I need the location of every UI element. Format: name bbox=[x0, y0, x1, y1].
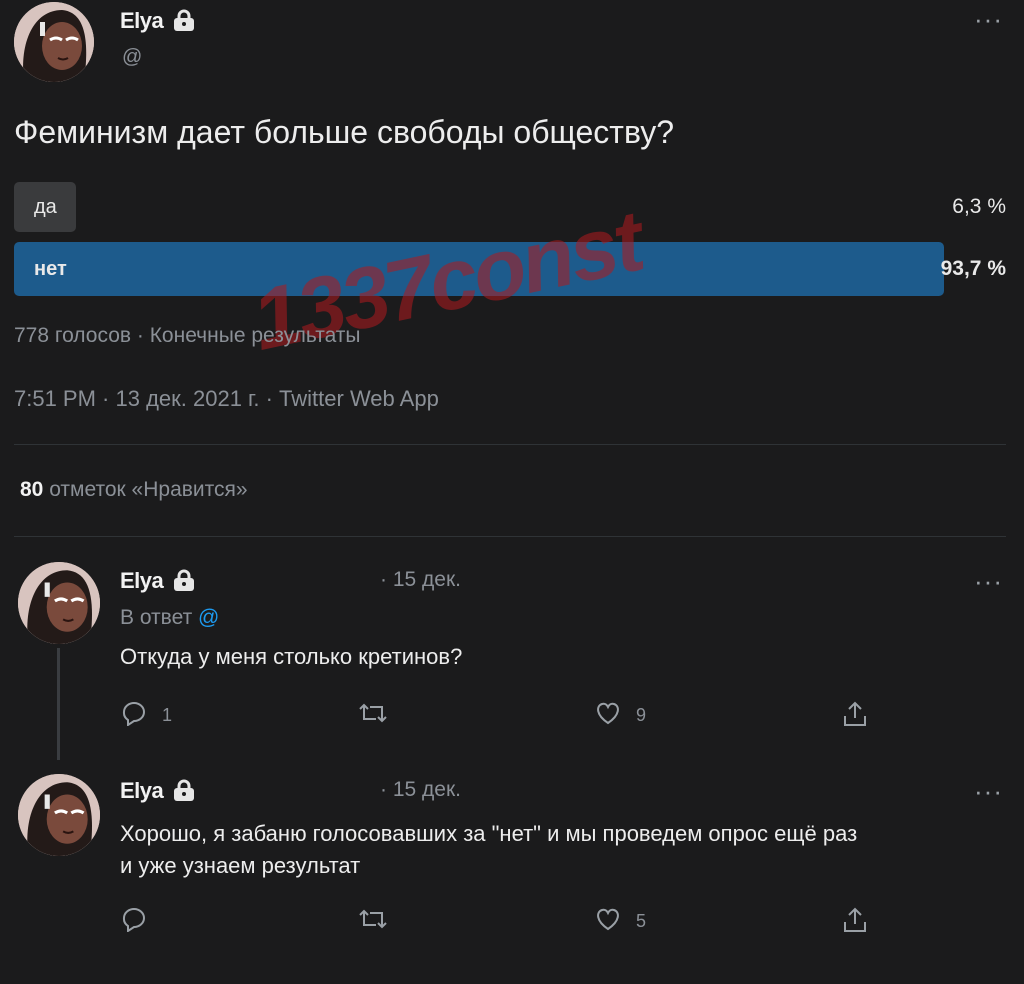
poll-option-percent: 93,7 % bbox=[940, 257, 1006, 280]
share-button[interactable] bbox=[842, 906, 868, 939]
more-icon[interactable]: ··· bbox=[974, 568, 1003, 594]
poll-question: Феминизм дает больше свободы обществу? bbox=[14, 114, 675, 150]
reply-count: 1 bbox=[162, 705, 173, 725]
reply-to-line: В ответ @ bbox=[120, 606, 219, 630]
reply-prefix: В ответ bbox=[120, 606, 193, 629]
reply-author-row[interactable]: Elya bbox=[120, 778, 196, 806]
share-button[interactable] bbox=[842, 700, 868, 733]
reply-text: Хорошо, я забаню голосовавших за "нет" и… bbox=[120, 818, 857, 882]
reply-author-name[interactable]: Elya bbox=[120, 568, 164, 593]
likes-label: отметок «Нравится» bbox=[49, 478, 248, 501]
reply-date[interactable]: · 15 дек. bbox=[380, 778, 461, 802]
author-name-row[interactable]: Elya bbox=[120, 8, 196, 36]
like-count: 9 bbox=[636, 705, 647, 725]
reply-date[interactable]: · 15 дек. bbox=[380, 568, 461, 592]
divider bbox=[14, 536, 1006, 537]
poll-option-percent: 6,3 % bbox=[952, 195, 1006, 218]
retweet-button[interactable] bbox=[358, 906, 388, 937]
tweet-timestamp[interactable]: 7:51 PM · 13 дек. 2021 г. · Twitter Web … bbox=[14, 386, 439, 412]
author-name[interactable]: Elya bbox=[120, 8, 164, 33]
reply-mention[interactable]: @ bbox=[198, 606, 219, 629]
more-icon[interactable]: ··· bbox=[974, 6, 1003, 32]
likes-summary[interactable]: 80 отметок «Нравится» bbox=[20, 478, 248, 502]
thread-line bbox=[57, 648, 60, 760]
reply-avatar[interactable] bbox=[18, 562, 100, 644]
likes-count: 80 bbox=[20, 478, 44, 501]
reply-button[interactable] bbox=[120, 906, 148, 937]
retweet-icon bbox=[358, 906, 388, 937]
divider bbox=[14, 444, 1006, 445]
reply-button[interactable]: 1 bbox=[120, 700, 172, 731]
reply-icon bbox=[120, 906, 148, 937]
poll-option-label: нет bbox=[34, 258, 67, 280]
reply-author-row[interactable]: Elya bbox=[120, 568, 196, 596]
lock-icon bbox=[172, 9, 196, 36]
reply-icon bbox=[120, 700, 148, 731]
author-handle[interactable]: @ bbox=[122, 46, 142, 69]
more-icon[interactable]: ··· bbox=[974, 778, 1003, 804]
poll-option-label: да bbox=[34, 196, 57, 218]
like-button[interactable]: 9 bbox=[594, 700, 646, 731]
share-icon bbox=[842, 906, 868, 939]
retweet-button[interactable] bbox=[358, 700, 388, 731]
reply-author-name[interactable]: Elya bbox=[120, 778, 164, 803]
reply-text-line: и уже узнаем результат bbox=[120, 853, 361, 878]
reply-text-line: Хорошо, я забаню голосовавших за "нет" и… bbox=[120, 821, 858, 846]
lock-icon bbox=[172, 779, 196, 806]
reply-text: Откуда у меня столько кретинов? bbox=[120, 644, 463, 669]
share-icon bbox=[842, 700, 868, 733]
like-button[interactable]: 5 bbox=[594, 906, 646, 937]
author-avatar[interactable] bbox=[14, 2, 94, 82]
poll-meta: 778 голосов · Конечные результаты bbox=[14, 324, 361, 347]
lock-icon bbox=[172, 569, 196, 596]
like-count: 5 bbox=[636, 911, 647, 931]
like-icon bbox=[594, 700, 622, 731]
like-icon bbox=[594, 906, 622, 937]
retweet-icon bbox=[358, 700, 388, 731]
reply-avatar[interactable] bbox=[18, 774, 100, 856]
